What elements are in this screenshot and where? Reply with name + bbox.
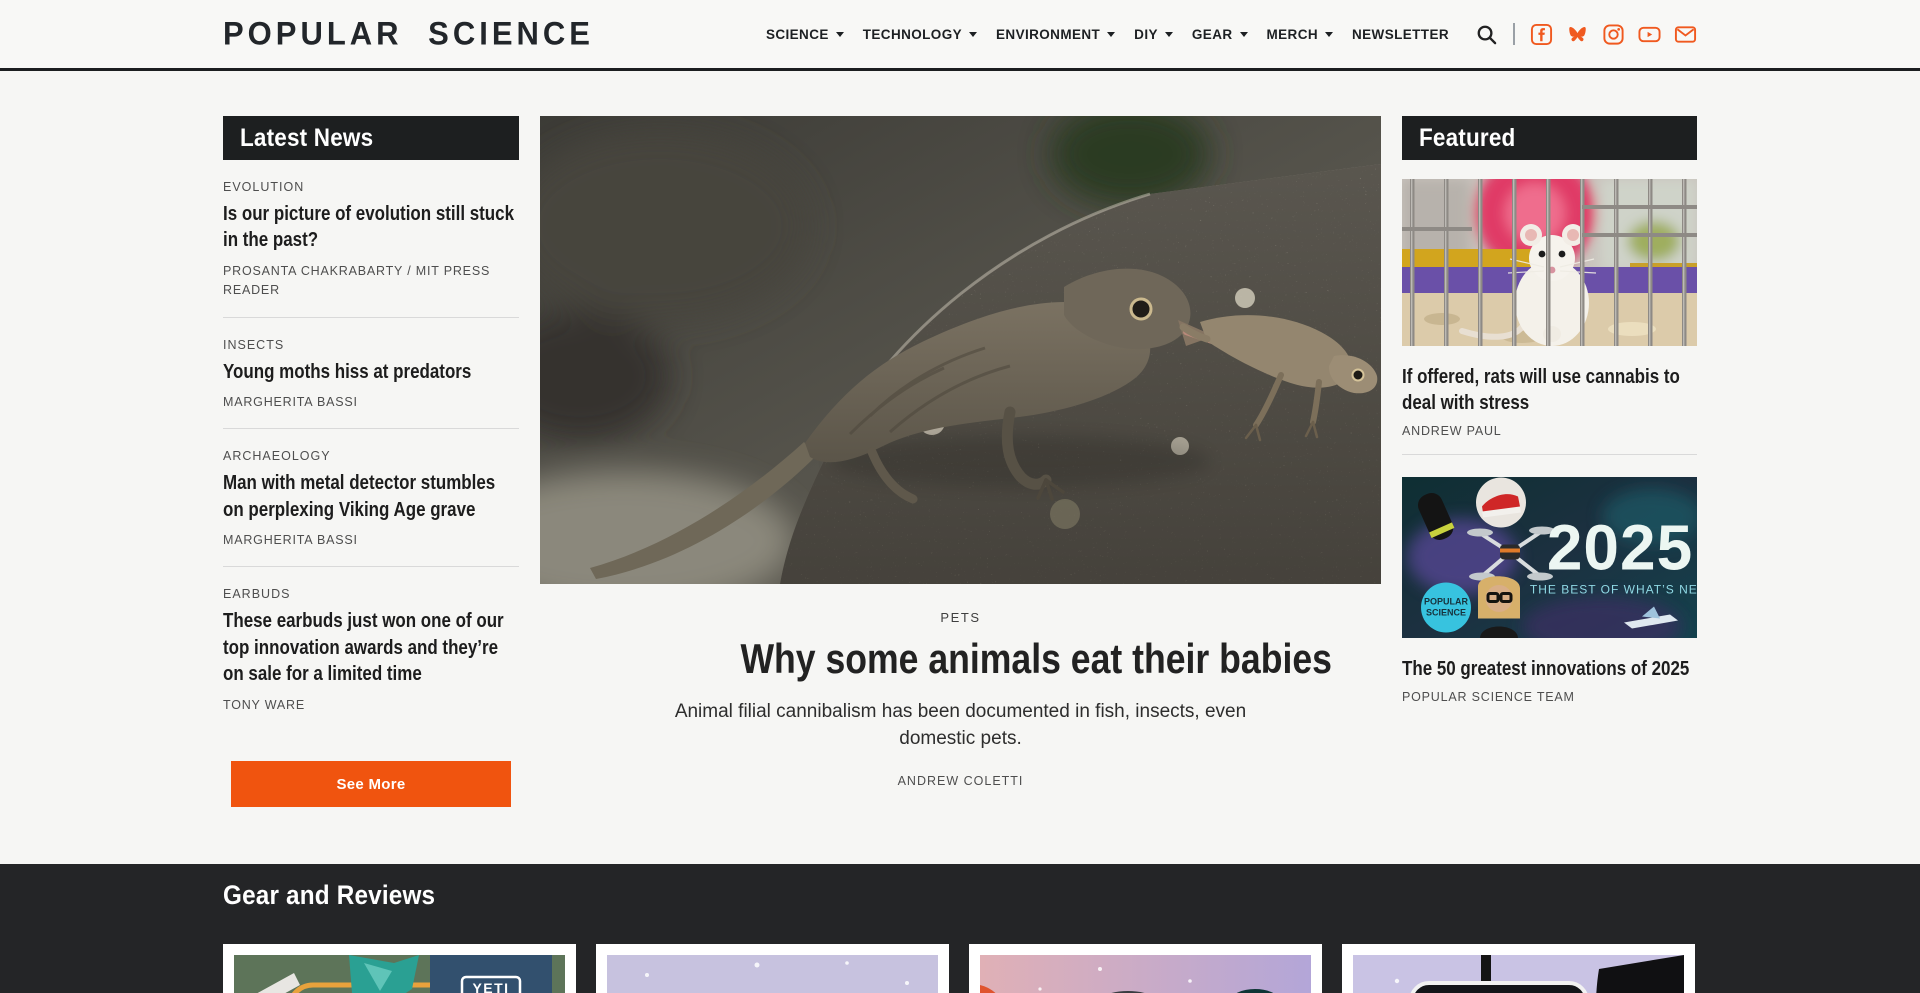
nav-merch[interactable]: MERCH — [1267, 27, 1334, 42]
nav-newsletter[interactable]: NEWSLETTER — [1352, 27, 1449, 42]
latest-news-column: Latest News EVOLUTION Is our picture of … — [223, 116, 519, 864]
featured-column: Featured — [1402, 116, 1697, 864]
main-nav: SCIENCE TECHNOLOGY ENVIRONMENT DIY GEAR … — [766, 27, 1449, 42]
hero-title[interactable]: Why some animals eat their babies — [616, 635, 1457, 683]
main-content: Latest News EVOLUTION Is our picture of … — [223, 116, 1697, 864]
gear-card-bags[interactable] — [969, 944, 1322, 993]
instagram-icon[interactable] — [1602, 23, 1625, 46]
latest-news-header: Latest News — [223, 116, 519, 160]
youtube-icon[interactable] — [1638, 23, 1661, 46]
chevron-down-icon — [969, 32, 977, 37]
gear-card-image-timer: 000 — [1353, 955, 1684, 993]
hero-article: PETS Why some animals eat their babies A… — [540, 116, 1381, 864]
article-title[interactable]: Man with metal detector stumbles on perp… — [223, 470, 519, 523]
search-icon[interactable] — [1475, 23, 1498, 46]
hero-category[interactable]: PETS — [540, 610, 1381, 625]
article-title[interactable]: Young moths hiss at predators — [223, 359, 519, 385]
featured-item-2025: 2025 THE BEST OF WHAT’S NEW POPULAR SCIE… — [1402, 477, 1697, 704]
news-item-earbuds[interactable]: EARBUDS These earbuds just won one of ou… — [223, 567, 519, 731]
svg-text:YETI: YETI — [472, 980, 509, 993]
news-item-evolution[interactable]: EVOLUTION Is our picture of evolution st… — [223, 160, 519, 318]
svg-text:THE BEST OF WHAT’S NEW: THE BEST OF WHAT’S NEW — [1530, 583, 1697, 597]
header-divider — [1513, 23, 1515, 45]
chevron-down-icon — [1240, 32, 1248, 37]
gear-card-image-frame — [607, 955, 938, 993]
gear-cards-row: YETI — [223, 944, 1697, 993]
chevron-down-icon — [1107, 32, 1115, 37]
popular-science-logo[interactable]: POPULAR SCIENCE — [223, 15, 594, 52]
news-item-insects[interactable]: INSECTS Young moths hiss at predators MA… — [223, 318, 519, 430]
featured-header: Featured — [1402, 116, 1697, 160]
popular-science-homepage: POPULAR SCIENCE SCIENCE TECHNOLOGY ENVIR… — [0, 0, 1920, 993]
svg-text:SCIENCE: SCIENCE — [1426, 608, 1466, 618]
hero-byline[interactable]: ANDREW COLETTI — [540, 774, 1381, 788]
featured-byline[interactable]: ANDREW PAUL — [1402, 424, 1697, 438]
featured-image-rat[interactable] — [1402, 179, 1697, 346]
article-byline[interactable]: TONY WARE — [223, 696, 519, 715]
facebook-icon[interactable] — [1530, 23, 1553, 46]
gear-section-title: Gear and Reviews — [223, 880, 1697, 911]
article-byline[interactable]: MARGHERITA BASSI — [223, 393, 519, 412]
article-byline[interactable]: PROSANTA CHAKRABARTY / MIT PRESS READER — [223, 262, 519, 301]
hero-dek: Animal filial cannibalism has been docum… — [653, 699, 1268, 752]
chevron-down-icon — [1325, 32, 1333, 37]
nav-technology[interactable]: TECHNOLOGY — [863, 27, 977, 42]
nav-diy[interactable]: DIY — [1134, 27, 1173, 42]
news-item-archaeology[interactable]: ARCHAEOLOGY Man with metal detector stum… — [223, 429, 519, 567]
svg-text:2025: 2025 — [1547, 512, 1693, 584]
featured-image-2025[interactable]: 2025 THE BEST OF WHAT’S NEW POPULAR SCIE… — [1402, 477, 1697, 638]
featured-byline[interactable]: POPULAR SCIENCE TEAM — [1402, 690, 1697, 704]
bluesky-icon[interactable] — [1566, 23, 1589, 46]
featured-title[interactable]: The 50 greatest innovations of 2025 — [1402, 656, 1697, 682]
chevron-down-icon — [836, 32, 844, 37]
nav-environment[interactable]: ENVIRONMENT — [996, 27, 1115, 42]
email-icon[interactable] — [1674, 23, 1697, 46]
gear-card-edc[interactable]: YETI — [223, 944, 576, 993]
hero-image-lizards[interactable] — [540, 116, 1381, 584]
article-title[interactable]: Is our picture of evolution still stuck … — [223, 201, 519, 254]
social-links — [1530, 23, 1697, 46]
site-header: POPULAR SCIENCE SCIENCE TECHNOLOGY ENVIR… — [0, 0, 1920, 71]
gear-card-image-bags — [980, 955, 1311, 993]
featured-item-rats: If offered, rats will use cannabis to de… — [1402, 179, 1697, 438]
svg-text:POPULAR: POPULAR — [1424, 597, 1469, 607]
chevron-down-icon — [1165, 32, 1173, 37]
see-more-button[interactable]: See More — [231, 761, 511, 807]
category-label[interactable]: EVOLUTION — [223, 180, 519, 194]
article-title[interactable]: These earbuds just won one of our top in… — [223, 608, 519, 687]
category-label[interactable]: INSECTS — [223, 338, 519, 352]
featured-title[interactable]: If offered, rats will use cannabis to de… — [1402, 364, 1697, 416]
gear-card-timer[interactable]: 000 — [1342, 944, 1695, 993]
gear-card-image-edc: YETI — [234, 955, 565, 993]
gear-and-reviews-section: Gear and Reviews YETI — [0, 864, 1920, 993]
nav-gear[interactable]: GEAR — [1192, 27, 1248, 42]
gear-card-frame[interactable] — [596, 944, 949, 993]
divider — [1402, 454, 1697, 455]
category-label[interactable]: ARCHAEOLOGY — [223, 449, 519, 463]
category-label[interactable]: EARBUDS — [223, 587, 519, 601]
nav-science[interactable]: SCIENCE — [766, 27, 844, 42]
article-byline[interactable]: MARGHERITA BASSI — [223, 531, 519, 550]
